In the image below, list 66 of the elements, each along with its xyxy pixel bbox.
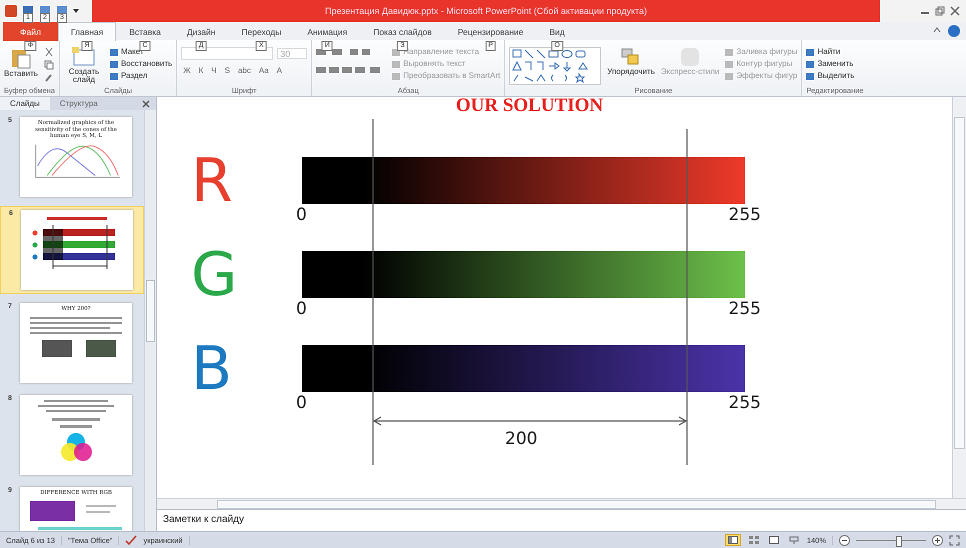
- help-icon[interactable]: [948, 25, 960, 37]
- format-button[interactable]: A: [274, 66, 284, 75]
- range-label: 0: [296, 298, 307, 320]
- spellcheck-icon[interactable]: [125, 534, 138, 546]
- view-button[interactable]: [724, 534, 741, 546]
- ribbon-tab[interactable]: Дизайн: [174, 22, 228, 40]
- collapse-ribbon-icon[interactable]: [932, 25, 942, 35]
- format-button[interactable]: Aa: [256, 66, 271, 75]
- ribbon-tab[interactable]: Вставка: [116, 22, 174, 40]
- dropdown-icon[interactable]: [73, 9, 79, 13]
- notes-field[interactable]: Заметки к слайду: [157, 509, 966, 531]
- panel-tab[interactable]: Структура: [50, 97, 108, 110]
- close-icon[interactable]: [142, 100, 150, 108]
- view-button[interactable]: [746, 535, 761, 545]
- ribbon-command[interactable]: Найти: [806, 47, 854, 57]
- scrollbar[interactable]: [952, 97, 966, 498]
- ribbon-tab[interactable]: Файл: [3, 22, 58, 40]
- slide-thumbnail[interactable]: [20, 395, 132, 475]
- ribbon-command[interactable]: Заменить: [806, 59, 854, 69]
- scrollbar[interactable]: [144, 110, 156, 531]
- range-label: 255: [728, 298, 761, 320]
- arrange-button[interactable]: Упорядочить: [607, 47, 655, 76]
- channel-letter: B: [191, 345, 234, 393]
- format-button[interactable]: К: [196, 66, 206, 75]
- zoom-slider-thumb[interactable]: [896, 536, 902, 546]
- zoom-out-icon[interactable]: [839, 534, 850, 546]
- channel-letter: R: [191, 157, 234, 205]
- ribbon-command[interactable]: Восстановить: [110, 59, 172, 69]
- cut-icon[interactable]: [44, 47, 54, 57]
- ribbon-command[interactable]: Выделить: [806, 71, 854, 81]
- format-button[interactable]: abc: [236, 66, 253, 75]
- window-title: Презентация Давидюк.pptx - Microsoft PowerPoint (Сбой активации продукта): [324, 6, 648, 16]
- font-name-field[interactable]: [181, 47, 274, 60]
- range-width-label: 200: [505, 429, 538, 449]
- ribbon-tab[interactable]: Главная: [58, 22, 116, 40]
- fit-to-window-icon[interactable]: [949, 534, 960, 546]
- ribbon-tab[interactable]: Рецензирование: [444, 22, 536, 40]
- format-button[interactable]: S: [222, 66, 232, 75]
- range-label: 255: [728, 392, 761, 414]
- shapes-gallery[interactable]: [509, 47, 602, 85]
- copy-icon[interactable]: [44, 60, 54, 70]
- ribbon-tab[interactable]: Анимация: [294, 22, 360, 40]
- ribbon-tab[interactable]: Переходы: [228, 22, 294, 40]
- slide-title: OUR SOLUTION: [456, 97, 604, 115]
- panel-tab[interactable]: Слайды: [0, 97, 50, 110]
- slide-thumbnail[interactable]: [21, 210, 133, 290]
- new-slide-icon: [72, 47, 96, 67]
- ribbon-tab[interactable]: Вид: [536, 22, 578, 40]
- range-label: 0: [296, 392, 307, 414]
- scrollbar[interactable]: [157, 498, 966, 509]
- range-label: 255: [728, 204, 761, 226]
- app-logo-icon: [5, 5, 17, 17]
- zoom-in-icon[interactable]: [932, 534, 943, 546]
- clipboard-icon: [10, 47, 32, 69]
- ribbon-command[interactable]: Раздел: [110, 71, 172, 81]
- ribbon-tab[interactable]: Показ слайдов: [360, 22, 445, 40]
- channel-letter: G: [191, 251, 238, 299]
- format-button[interactable]: Ч: [209, 66, 219, 75]
- range-label: 0: [296, 204, 307, 226]
- shape-style-icon: [679, 47, 702, 67]
- view-button[interactable]: [786, 535, 801, 545]
- format-button[interactable]: Ж: [181, 66, 193, 75]
- view-button[interactable]: [766, 535, 781, 545]
- restore-icon[interactable]: [935, 6, 945, 16]
- close-icon[interactable]: [950, 6, 960, 16]
- format-painter-icon[interactable]: [44, 73, 54, 83]
